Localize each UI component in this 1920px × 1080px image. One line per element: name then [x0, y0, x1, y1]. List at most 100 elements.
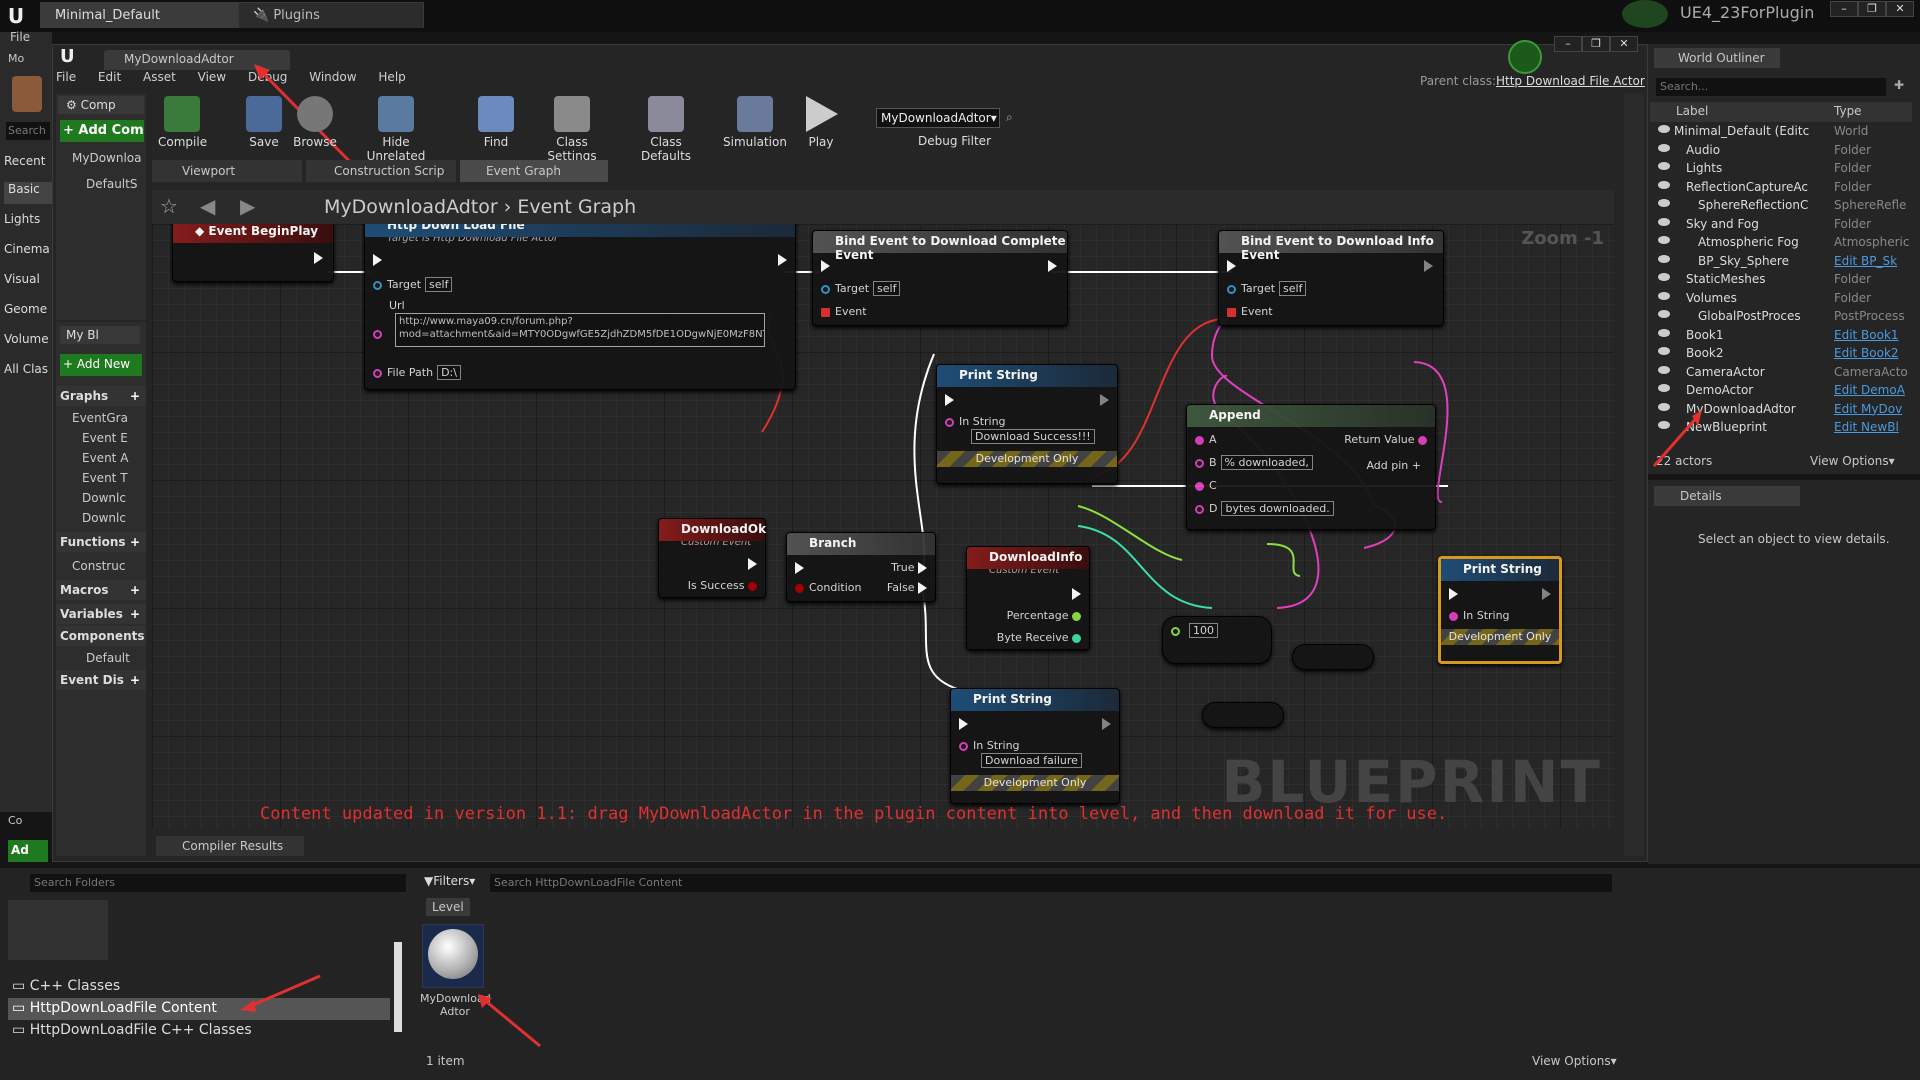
- outliner-row[interactable]: Atmospheric Fog Atmospheric: [1650, 233, 1920, 252]
- maximize-button[interactable]: ❐: [1858, 1, 1886, 17]
- macros-section[interactable]: Macros +: [56, 580, 146, 600]
- visibility-eye-icon[interactable]: [1658, 236, 1670, 244]
- add-dispatcher-icon[interactable]: +: [130, 673, 140, 687]
- parent-class-link[interactable]: Http Download File Actor: [1496, 74, 1645, 88]
- minimize-button[interactable]: –: [1830, 1, 1858, 17]
- menu-help[interactable]: Help: [378, 70, 405, 84]
- exec-out-pin[interactable]: [1100, 393, 1109, 406]
- components-tab[interactable]: ⚙ Comp: [58, 96, 144, 114]
- tab-compiler-results[interactable]: Compiler Results: [156, 836, 304, 856]
- visibility-eye-icon[interactable]: [1658, 162, 1670, 170]
- percentage-pin[interactable]: Percentage: [1007, 609, 1081, 622]
- visibility-eye-icon[interactable]: [1658, 180, 1670, 189]
- outliner-row[interactable]: SphereReflectionC SphereRefle: [1650, 196, 1920, 215]
- visibility-eye-icon[interactable]: [1658, 310, 1670, 318]
- outliner-row[interactable]: ReflectionCaptureAc Folder: [1650, 178, 1920, 197]
- add-new-button[interactable]: Ad: [8, 840, 48, 862]
- source-control-icon[interactable]: [1622, 0, 1668, 28]
- bp-maximize-button[interactable]: ❐: [1582, 36, 1610, 52]
- graph-scrollbar[interactable]: [1624, 94, 1644, 856]
- cat-visual[interactable]: Visual: [4, 272, 52, 294]
- node-downloadok-event[interactable]: DownloadOk Custom Event Is Success: [658, 518, 766, 598]
- node-event-beginplay[interactable]: ◆ Event BeginPlay: [172, 224, 334, 282]
- visibility-eye-icon[interactable]: [1658, 384, 1670, 392]
- outliner-row[interactable]: StaticMeshes Folder: [1650, 270, 1920, 289]
- node-downloadinfo-event[interactable]: DownloadInfo Custom Event Percentage Byt…: [966, 546, 1090, 650]
- d-pin[interactable]: Dbytes downloaded.: [1195, 501, 1334, 516]
- outliner-row[interactable]: Book2 Edit Book2: [1650, 344, 1920, 363]
- url-pin[interactable]: [373, 327, 387, 340]
- node-print-string-success[interactable]: Print String In String Download Success!…: [936, 364, 1118, 484]
- exec-out-pin[interactable]: [1072, 587, 1081, 600]
- cat-all-classes[interactable]: All Clas: [4, 362, 52, 384]
- visibility-eye-icon[interactable]: [1658, 125, 1670, 133]
- node-http-download-file[interactable]: Http Down Load File Target is Http Downl…: [364, 224, 796, 390]
- event-pin[interactable]: Event: [821, 305, 867, 318]
- exec-out-pin[interactable]: [778, 253, 787, 266]
- target-pin[interactable]: Target self: [1227, 281, 1307, 296]
- cat-recent[interactable]: Recent: [4, 154, 52, 176]
- b-pin[interactable]: B% downloaded,: [1195, 455, 1313, 470]
- exec-in-pin[interactable]: [1227, 259, 1236, 272]
- world-outliner-tab[interactable]: World Outliner: [1654, 48, 1780, 68]
- is-success-pin[interactable]: Is Success: [688, 579, 757, 592]
- add-new-button[interactable]: + Add New: [60, 354, 142, 376]
- exec-out-pin[interactable]: [1048, 259, 1057, 272]
- place-mode-icon[interactable]: [12, 76, 42, 112]
- col-type[interactable]: Type: [1834, 104, 1862, 118]
- debug-search-icon[interactable]: ⌕: [1006, 110, 1013, 125]
- graph-event-graph[interactable]: EventGra: [56, 408, 146, 428]
- in-string-pin[interactable]: In String: [1449, 609, 1510, 622]
- exec-out-pin[interactable]: [1424, 259, 1433, 272]
- node-to-string-float[interactable]: [1292, 644, 1374, 670]
- graph-item[interactable]: Downlc: [66, 488, 146, 508]
- folder-scrollbar[interactable]: [394, 942, 402, 1032]
- exec-in-pin[interactable]: [945, 393, 954, 406]
- node-divide[interactable]: 100: [1162, 616, 1272, 664]
- outliner-row[interactable]: Volumes Folder: [1650, 289, 1920, 308]
- node-print-string-failure[interactable]: Print String In String Download failure …: [950, 688, 1120, 804]
- asset-tile[interactable]: [422, 924, 484, 988]
- folder-cpp-classes[interactable]: ▭ C++ Classes: [12, 978, 120, 994]
- node-bind-download-complete[interactable]: Bind Event to Download Complete Event Ta…: [812, 230, 1068, 326]
- event-pin[interactable]: Event: [1227, 305, 1273, 318]
- target-pin[interactable]: Target self: [373, 277, 453, 292]
- node-append[interactable]: Append A B% downloaded, C Dbytes downloa…: [1186, 404, 1436, 530]
- in-string-value[interactable]: Download failure: [977, 753, 1082, 768]
- tab-viewport[interactable]: Viewport: [152, 160, 302, 182]
- outliner-row[interactable]: DemoActor Edit DemoA: [1650, 381, 1920, 400]
- cat-geometry[interactable]: Geome: [4, 302, 52, 324]
- condition-pin[interactable]: Condition: [795, 581, 862, 594]
- breadcrumb-graph[interactable]: Event Graph: [517, 196, 636, 218]
- graph-item[interactable]: Event A: [66, 448, 146, 468]
- filepath-pin[interactable]: File Path D:\: [373, 365, 461, 380]
- exec-out-pin[interactable]: [748, 557, 757, 570]
- outliner-view-options[interactable]: View Options▾: [1810, 454, 1895, 468]
- breadcrumb-blueprint[interactable]: MyDownloadAdtor: [324, 196, 498, 218]
- byte-receive-pin[interactable]: Byte Receive: [997, 631, 1081, 644]
- visibility-eye-icon[interactable]: [1658, 273, 1670, 281]
- return-value-pin[interactable]: Return Value: [1344, 433, 1427, 446]
- folder-httpdownloadfile-content[interactable]: ▭ HttpDownLoadFile Content: [8, 998, 390, 1020]
- cat-basic[interactable]: Basic: [4, 182, 52, 204]
- source-control-status-icon[interactable]: [1508, 40, 1542, 74]
- close-button[interactable]: ✕: [1886, 1, 1914, 17]
- pin-value[interactable]: D:\: [437, 365, 461, 380]
- outliner-row[interactable]: Lights Folder: [1650, 159, 1920, 178]
- add-graph-icon[interactable]: +: [130, 389, 140, 403]
- menu-file[interactable]: File: [56, 70, 76, 84]
- browse-button[interactable]: Browse: [292, 96, 338, 149]
- graph-item[interactable]: Event E: [66, 428, 146, 448]
- add-pin-button[interactable]: Add pin +: [1366, 459, 1421, 472]
- col-label[interactable]: Label: [1676, 104, 1708, 118]
- forward-arrow-icon[interactable]: ▶: [240, 194, 255, 218]
- exec-out-pin[interactable]: [314, 251, 323, 264]
- c-pin[interactable]: C: [1195, 479, 1217, 492]
- cat-lights[interactable]: Lights: [4, 212, 52, 234]
- node-bind-download-info[interactable]: Bind Event to Download Info Event Target…: [1218, 230, 1444, 326]
- outliner-row[interactable]: BP_Sky_Sphere Edit BP_Sk: [1650, 252, 1920, 271]
- compile-button[interactable]: Compile: [158, 96, 207, 149]
- content-tab[interactable]: Co: [8, 814, 22, 827]
- visibility-eye-icon[interactable]: [1658, 328, 1670, 337]
- in-string-pin[interactable]: In String: [959, 739, 1020, 752]
